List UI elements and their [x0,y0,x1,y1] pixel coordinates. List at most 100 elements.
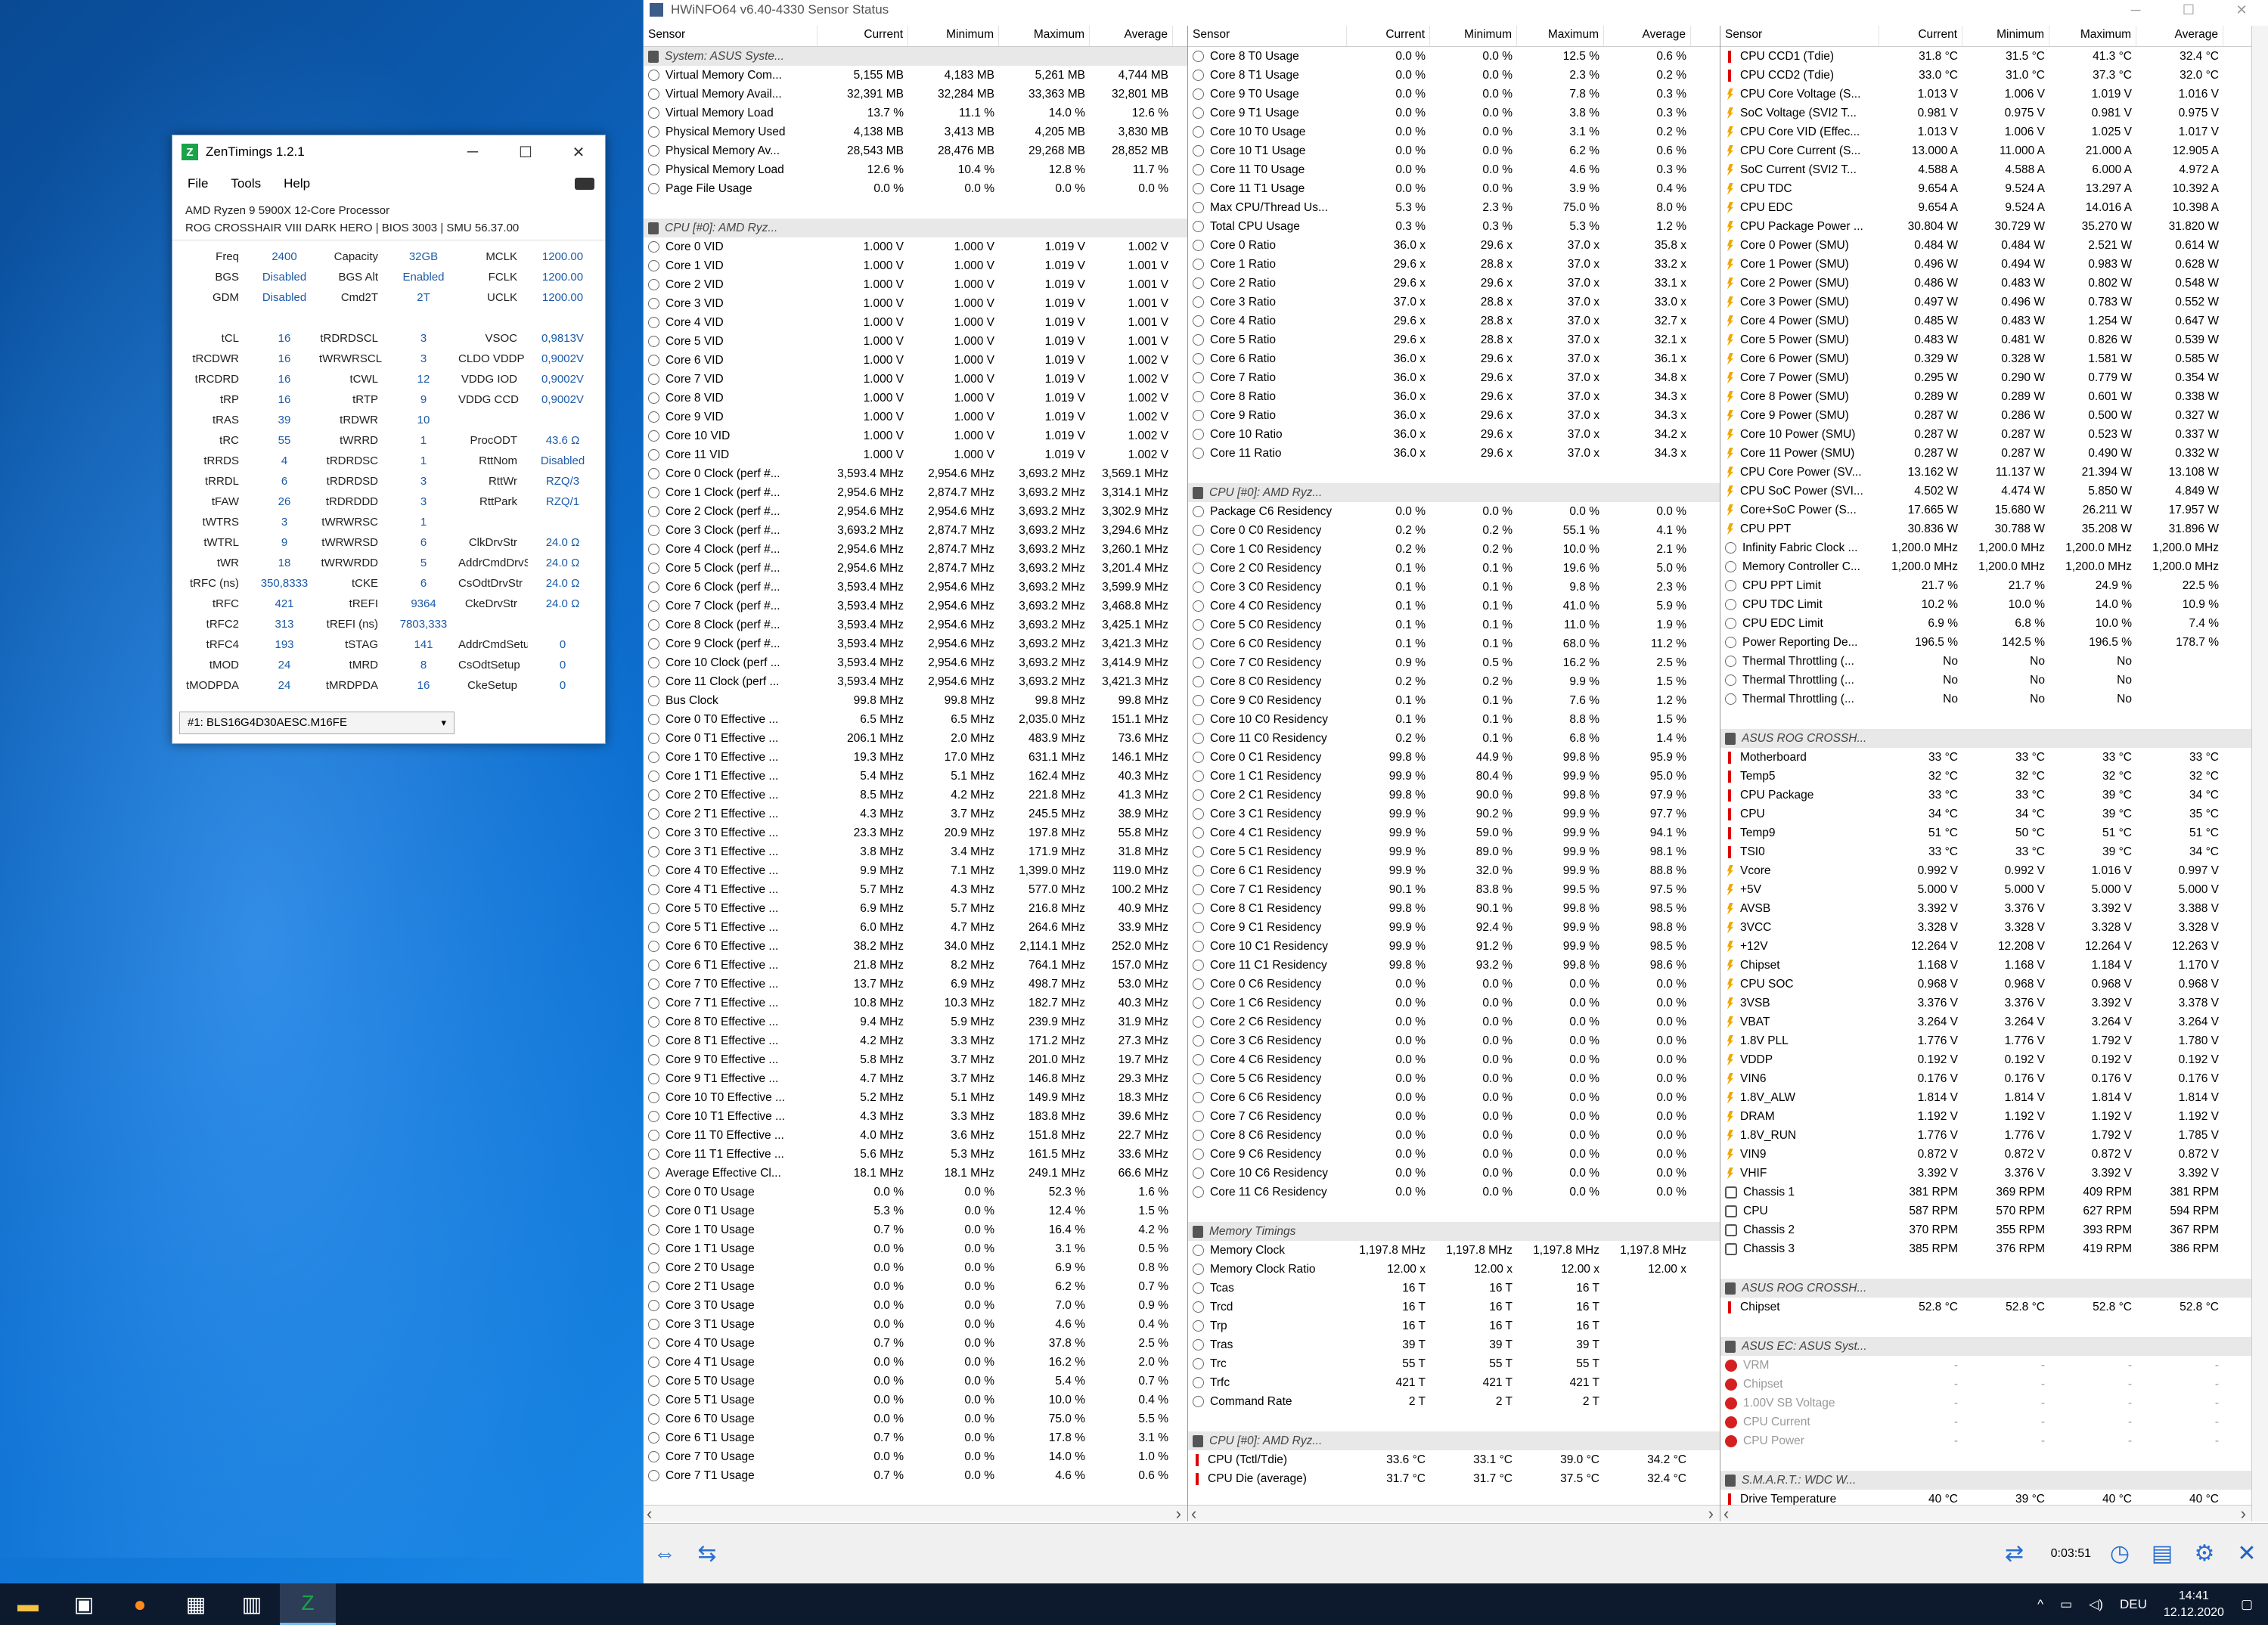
sensor-group-header[interactable]: CPU [#0]: AMD Ryz... [1188,483,1720,502]
sensor-pane-3[interactable]: Sensor Current Minimum Maximum Average CPU CC… [1720,26,2252,1521]
sensor-row[interactable]: Core 5 C0 Residency 0.1 % 0.1 % 11.0 % 1.9 % [1188,616,1720,634]
sensor-row[interactable]: 1.8V_RUN 1.776 V 1.776 V 1.792 V 1.785 V [1720,1126,2252,1145]
sensor-row[interactable]: Core 3 C0 Residency 0.1 % 0.1 % 9.8 % 2.3 % [1188,578,1720,597]
menu-help[interactable]: Help [284,176,310,191]
sensor-row[interactable]: CPU TDC Limit 10.2 % 10.0 % 14.0 % 10.9 % [1720,595,2252,614]
sensor-row[interactable]: Core 1 VID 1.000 V 1.000 V 1.019 V 1.001 V [644,256,1187,275]
log-add-icon[interactable]: ▤ [2141,1536,2183,1572]
sensor-row[interactable]: Core 7 Power (SMU) 0.295 W 0.290 W 0.779 W0… [1720,368,2252,387]
sensor-row[interactable]: Core 11 Power (SMU) 0.287 W 0.287 W 0.490 W… [1720,444,2252,463]
sensor-row[interactable]: Motherboard 33 °C 33 °C 33 °C 33 °C [1720,748,2252,767]
column-header[interactable]: Sensor [1188,26,1347,46]
sensor-row[interactable]: Core 11 C1 Residency 99.8 % 93.2 % 99.8 % 98… [1188,956,1720,975]
sensor-row[interactable]: CPU Package 33 °C 33 °C 39 °C 34 °C [1720,786,2252,805]
sensor-row[interactable]: Core 5 T0 Usage 0.0 % 0.0 % 5.4 % 0.7 % [644,1372,1187,1391]
sensor-row[interactable]: Core 11 Clock (perf ... 3,593.4 MHz 2,954.… [644,672,1187,691]
sensor-row[interactable]: Physical Memory Used 4,138 MB 3,413 MB 4,20… [644,122,1187,141]
sensor-row[interactable]: Virtual Memory Com... 5,155 MB 4,183 MB 5,2… [644,66,1187,85]
column-header[interactable]: Current [1879,26,1962,46]
sensor-row[interactable]: DRAM 1.192 V 1.192 V 1.192 V 1.192 V [1720,1107,2252,1126]
sensor-row[interactable]: Core 0 C6 Residency 0.0 % 0.0 % 0.0 % 0.0 % [1188,975,1720,994]
sensor-row[interactable]: Core 4 T0 Usage 0.7 % 0.0 % 37.8 % 2.5 % [644,1334,1187,1353]
sensor-row[interactable]: Core 0 C1 Residency 99.8 % 44.9 % 99.8 % 95.… [1188,748,1720,767]
sensor-group-header[interactable]: System: ASUS Syste... [644,47,1187,66]
sensor-row[interactable]: Core 5 VID 1.000 V 1.000 V 1.019 V 1.001 V [644,332,1187,351]
sensor-row[interactable]: CPU 34 °C 34 °C 39 °C 35 °C [1720,805,2252,823]
sensor-row[interactable]: Trcd 16 T 16 T 16 T [1188,1298,1720,1316]
sensor-row[interactable]: Virtual Memory Avail... 32,391 MB 32,284 M… [644,85,1187,104]
horizontal-scrollbar[interactable] [644,1504,1187,1521]
zentimings-window[interactable]: Z ZenTimings 1.2.1 ─ ☐ ✕ File Tools Help… [172,135,606,744]
sensor-row[interactable]: Core 8 T1 Usage 0.0 % 0.0 % 2.3 % 0.2 % [1188,66,1720,85]
sensor-row[interactable]: Core 11 VID 1.000 V 1.000 V 1.019 V 1.002 V [644,445,1187,464]
sensor-row[interactable]: CPU Core Voltage (S... 1.013 V 1.006 V 1.01… [1720,85,2252,104]
column-header[interactable]: Minimum [1962,26,2049,46]
sensor-row[interactable]: Core 8 Ratio 36.0 x 29.6 x 37.0 x 34.3 x [1188,387,1720,406]
zentimings-titlebar[interactable]: Z ZenTimings 1.2.1 ─ ☐ ✕ [172,135,605,169]
sensor-row[interactable]: Memory Controller C... 1,200.0 MHz 1,200.0… [1720,557,2252,576]
horizontal-scrollbar[interactable] [1720,1504,2252,1521]
sensor-row[interactable]: Core 1 T1 Usage 0.0 % 0.0 % 3.1 % 0.5 % [644,1239,1187,1258]
column-header[interactable]: Average [1090,26,1173,46]
sensor-row[interactable]: Trc 55 T 55 T 55 T [1188,1354,1720,1373]
sensor-row[interactable]: Core 4 T1 Effective ... 5.7 MHz 4.3 MHz 577… [644,880,1187,899]
sensor-group-header[interactable]: Memory Timings [1188,1222,1720,1241]
sensor-row[interactable]: CPU SoC Power (SVI... 4.502 W 4.474 W 5.850… [1720,482,2252,501]
sensor-row[interactable]: Core 3 T1 Usage 0.0 % 0.0 % 4.6 % 0.4 % [644,1315,1187,1334]
zentimings-taskbar-icon[interactable]: Z [280,1583,336,1625]
sensor-row[interactable]: Core 3 Ratio 37.0 x 28.8 x 37.0 x 33.0 x [1188,293,1720,312]
dimm-select[interactable]: #1: BLS16G4D30AESC.M16FE [179,712,455,734]
sensor-row[interactable]: Core 5 Power (SMU) 0.483 W 0.481 W 0.826 W0… [1720,330,2252,349]
sensor-row[interactable]: Core 1 Clock (perf #... 2,954.6 MHz 2,874.… [644,483,1187,502]
sensor-row[interactable]: Core 4 C6 Residency 0.0 % 0.0 % 0.0 % 0.0 % [1188,1050,1720,1069]
hwinfo-window[interactable]: HWiNFO64 v6.40-4330 Sensor Status ─ ☐ ✕ … [643,0,2268,1583]
sensor-row[interactable]: Core 5 T1 Effective ... 6.0 MHz 4.7 MHz 264… [644,918,1187,937]
sensor-row[interactable]: Core 0 C0 Residency 0.2 % 0.2 % 55.1 % 4.1 % [1188,521,1720,540]
sensor-row[interactable]: Core 7 T1 Effective ... 10.8 MHz 10.3 MHz 1… [644,994,1187,1013]
notification-icon[interactable]: ▢ [2241,1597,2253,1612]
sensor-row[interactable]: Core 8 T0 Usage 0.0 % 0.0 % 12.5 % 0.6 % [1188,47,1720,66]
sensor-row[interactable]: Core 11 T0 Usage 0.0 % 0.0 % 4.6 % 0.3 % [1188,160,1720,179]
sensor-row[interactable]: Core 5 Ratio 29.6 x 28.8 x 37.0 x 32.1 x [1188,330,1720,349]
sensor-row[interactable]: Core 11 Ratio 36.0 x 29.6 x 37.0 x 34.3 x [1188,444,1720,463]
sensor-row[interactable]: Core 9 T0 Usage 0.0 % 0.0 % 7.8 % 0.3 % [1188,85,1720,104]
sensor-row[interactable]: CPU EDC 9.654 A 9.524 A 14.016 A 10.398 A [1720,198,2252,217]
sensor-row[interactable]: CPU Core Current (S... 13.000 A 11.000 A 21… [1720,141,2252,160]
store-icon[interactable]: ▣ [56,1583,112,1625]
sensor-row[interactable]: Physical Memory Av... 28,543 MB 28,476 MB 2… [644,141,1187,160]
sensor-group-header[interactable]: S.M.A.R.T.: WDC W... [1720,1471,2252,1490]
tray-clock[interactable]: 14:41 12.12.2020 [2164,1588,2224,1621]
sensor-row[interactable]: Core 7 C1 Residency 90.1 % 83.8 % 99.5 % 97.… [1188,880,1720,899]
sensor-row[interactable]: Core 3 T0 Effective ... 23.3 MHz 20.9 MHz 1… [644,823,1187,842]
sensor-row[interactable]: Average Effective Cl... 18.1 MHz 18.1 MHz 2… [644,1164,1187,1183]
minimize-icon[interactable]: ─ [2109,2,2162,18]
sensor-row[interactable]: Core 10 C6 Residency 0.0 % 0.0 % 0.0 % 0.0 % [1188,1164,1720,1183]
sensor-row[interactable]: Core 11 T0 Effective ... 4.0 MHz 3.6 MHz 15… [644,1126,1187,1145]
sensor-row[interactable]: Core 6 T0 Effective ... 38.2 MHz 34.0 MHz 2… [644,937,1187,956]
sensor-row[interactable]: VRM - - - - [1720,1356,2252,1375]
sensor-row[interactable]: Core 3 C1 Residency 99.9 % 90.2 % 99.9 % 97.… [1188,805,1720,823]
sensor-row[interactable]: Core 2 C6 Residency 0.0 % 0.0 % 0.0 % 0.0 % [1188,1013,1720,1031]
sensor-row[interactable]: Physical Memory Load 12.6 % 10.4 % 12.8 % 11… [644,160,1187,179]
sensor-row[interactable]: Core 10 T1 Effective ... 4.3 MHz 3.3 MHz 18… [644,1107,1187,1126]
volume-icon[interactable]: ◁) [2089,1597,2103,1612]
sensor-row[interactable]: Core 4 T0 Effective ... 9.9 MHz 7.1 MHz 1,3… [644,861,1187,880]
sensor-row[interactable]: Core 3 T0 Usage 0.0 % 0.0 % 7.0 % 0.9 % [644,1296,1187,1315]
sensor-row[interactable]: Core 9 Power (SMU) 0.287 W 0.286 W 0.500 W0… [1720,406,2252,425]
sensor-row[interactable]: Core 6 VID 1.000 V 1.000 V 1.019 V 1.002 V [644,351,1187,370]
sensor-row[interactable]: Core 11 T1 Effective ... 5.6 MHz 5.3 MHz 16… [644,1145,1187,1164]
sensor-row[interactable]: 3VSB 3.376 V 3.376 V 3.392 V 3.378 V [1720,994,2252,1013]
sensor-row[interactable]: Core 6 Ratio 36.0 x 29.6 x 37.0 x 36.1 x [1188,349,1720,368]
nav-collapse-icon[interactable]: ⇆ [686,1536,728,1572]
sensor-row[interactable]: Core 7 T0 Usage 0.0 % 0.0 % 14.0 % 1.0 % [644,1447,1187,1466]
sensor-row[interactable]: Core 4 Ratio 29.6 x 28.8 x 37.0 x 32.7 x [1188,312,1720,330]
sensor-row[interactable]: Core 5 Clock (perf #... 2,954.6 MHz 2,874.… [644,559,1187,578]
sensor-row[interactable]: Tras 39 T 39 T 39 T [1188,1335,1720,1354]
sensor-row[interactable]: Total CPU Usage 0.3 % 0.3 % 5.3 % 1.2 % [1188,217,1720,236]
sensor-row[interactable]: Core 5 T0 Effective ... 6.9 MHz 5.7 MHz 216… [644,899,1187,918]
sensor-row[interactable]: CPU SOC 0.968 V 0.968 V 0.968 V 0.968 V [1720,975,2252,994]
column-header[interactable]: Sensor [1720,26,1879,46]
sensor-row[interactable]: Core 4 VID 1.000 V 1.000 V 1.019 V 1.001 V [644,313,1187,332]
sensor-row[interactable]: Chipset - - - - [1720,1375,2252,1394]
sensor-row[interactable]: CPU Power - - - - [1720,1431,2252,1450]
